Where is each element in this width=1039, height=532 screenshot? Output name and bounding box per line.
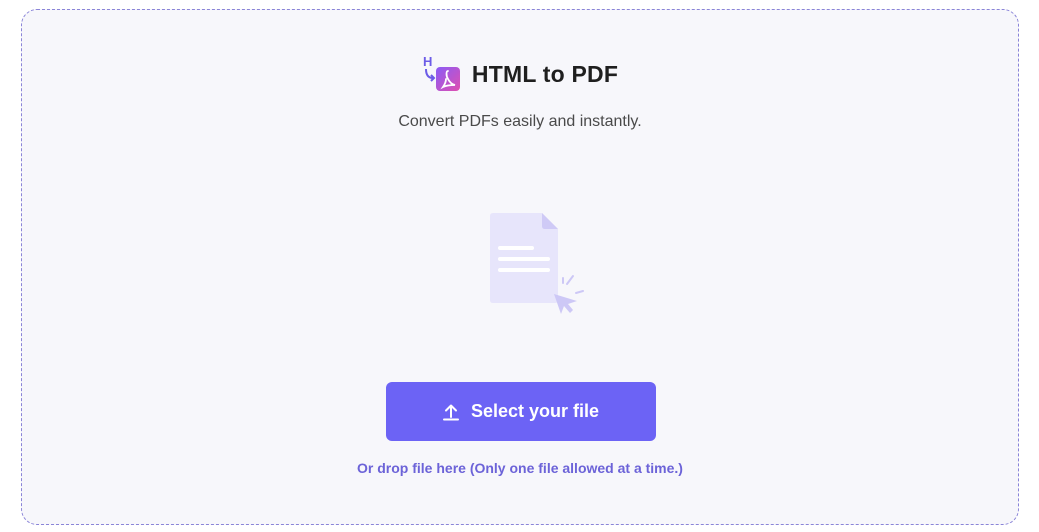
upload-arrow-icon — [442, 403, 459, 421]
select-file-label: Select your file — [470, 401, 600, 421]
page-subtitle: Convert PDFs easily and instantly. — [398, 113, 642, 130]
logo-letter: H — [423, 54, 432, 69]
document-click-icon — [484, 210, 588, 320]
page-title: HTML to PDF — [471, 60, 619, 87]
tool-header: H HTML to PDF — [22, 54, 1018, 94]
drop-hint-text: Or drop file here (Only one file allowed… — [357, 460, 683, 476]
html-to-pdf-logo-icon: H — [422, 54, 462, 94]
file-dropzone[interactable]: H HTML to PDF Convert PDFs easily and in… — [21, 9, 1019, 525]
select-file-button[interactable]: Select your file — [386, 382, 656, 441]
